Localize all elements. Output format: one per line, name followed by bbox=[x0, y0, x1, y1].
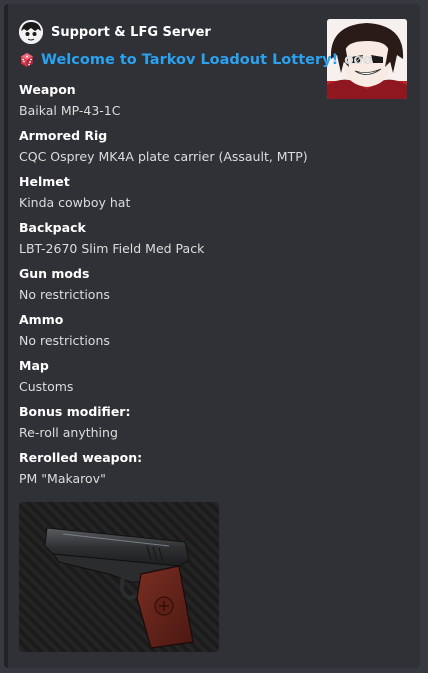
field-name: Armored Rig bbox=[19, 128, 108, 143]
dice-icon bbox=[19, 52, 35, 68]
field-value: Customs bbox=[19, 379, 74, 394]
field-name: Helmet bbox=[19, 174, 70, 189]
field-value: No restrictions bbox=[19, 333, 110, 348]
embed-fields: Weapon Baikal MP-43-1C Armored Rig CQC O… bbox=[19, 82, 319, 496]
field-value: Baikal MP-43-1C bbox=[19, 103, 121, 118]
field-backpack: Backpack LBT-2670 Slim Field Med Pack bbox=[19, 220, 319, 266]
field-value: Re-roll anything bbox=[19, 425, 118, 440]
embed-title: Welcome to Tarkov Loadout Lottery! ØØØ bbox=[19, 52, 372, 68]
embed-card: Support & LFG Server Welcome to Tarkov L… bbox=[4, 4, 420, 668]
field-value: CQC Osprey MK4A plate carrier (Assault, … bbox=[19, 149, 308, 164]
field-name: Bonus modifier: bbox=[19, 404, 131, 419]
field-name: Map bbox=[19, 358, 49, 373]
field-weapon: Weapon Baikal MP-43-1C bbox=[19, 82, 319, 128]
field-gun-mods: Gun mods No restrictions bbox=[19, 266, 319, 312]
field-value: Kinda cowboy hat bbox=[19, 195, 131, 210]
field-ammo: Ammo No restrictions bbox=[19, 312, 319, 358]
field-name: Rerolled weapon: bbox=[19, 450, 143, 465]
author-avatar-icon[interactable] bbox=[19, 20, 43, 44]
field-name: Weapon bbox=[19, 82, 76, 97]
field-value: LBT-2670 Slim Field Med Pack bbox=[19, 241, 205, 256]
author-name[interactable]: Support & LFG Server bbox=[51, 25, 211, 40]
field-rerolled-weapon: Rerolled weapon: PM "Makarov" bbox=[19, 450, 319, 496]
field-armored-rig: Armored Rig CQC Osprey MK4A plate carrie… bbox=[19, 128, 319, 174]
field-helmet: Helmet Kinda cowboy hat bbox=[19, 174, 319, 220]
field-value: PM "Makarov" bbox=[19, 471, 106, 486]
field-name: Backpack bbox=[19, 220, 86, 235]
field-name: Gun mods bbox=[19, 266, 90, 281]
field-value: No restrictions bbox=[19, 287, 110, 302]
title-suffix-glyphs: ØØØ bbox=[344, 53, 373, 67]
pm-makarov-pistol-image[interactable] bbox=[19, 502, 219, 652]
embed-accent-bar bbox=[4, 4, 8, 668]
field-name: Ammo bbox=[19, 312, 64, 327]
field-bonus-modifier: Bonus modifier: Re-roll anything bbox=[19, 404, 319, 450]
embed-author: Support & LFG Server bbox=[19, 20, 211, 44]
field-map: Map Customs bbox=[19, 358, 319, 404]
embed-title-link[interactable]: Welcome to Tarkov Loadout Lottery! bbox=[41, 52, 338, 68]
